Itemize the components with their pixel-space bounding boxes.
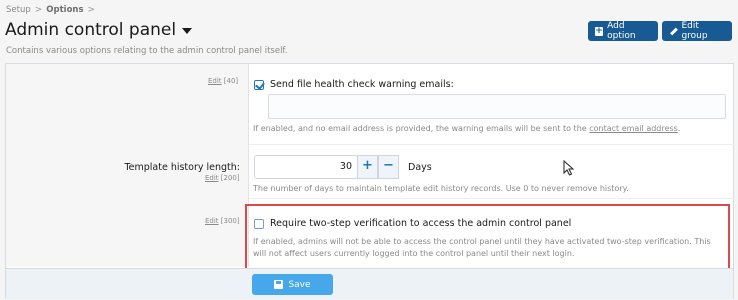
template-history-input[interactable]: 30: [254, 155, 358, 179]
save-label: Save: [288, 279, 311, 290]
template-history-label: Template history length:: [124, 162, 240, 173]
health-check-label[interactable]: Send file health check warning emails:: [270, 79, 454, 90]
breadcrumb-options[interactable]: Options: [46, 5, 83, 15]
template-history-hint: The number of days to maintain template …: [253, 184, 629, 193]
two-step-label[interactable]: Require two-step verification to access …: [270, 218, 571, 229]
health-check-email-input[interactable]: [268, 94, 726, 119]
save-button[interactable]: Save: [252, 274, 333, 295]
breadcrumb-separator: >: [87, 5, 96, 15]
pencil-icon: [669, 27, 677, 36]
display-order: [40]: [223, 77, 239, 85]
two-step-hint: If enabled, admins will not be able to a…: [253, 237, 711, 258]
form-footer: Save: [6, 268, 733, 299]
save-icon: [274, 280, 284, 289]
hint-suffix: .: [677, 124, 681, 133]
page-description: Contains various options relating to the…: [6, 46, 288, 56]
divider: [249, 198, 735, 199]
edit-link-row-3[interactable]: Edit [300]: [205, 217, 240, 225]
breadcrumb: Setup > Options >: [6, 5, 95, 15]
plus-square-icon: +: [595, 25, 604, 36]
add-option-label: Add option: [607, 21, 636, 41]
health-check-checkbox[interactable]: [254, 80, 264, 90]
edit-group-button[interactable]: Edit group: [662, 21, 732, 41]
contact-email-link[interactable]: contact email address: [589, 124, 678, 133]
edit-link-row-1[interactable]: Edit [40]: [208, 77, 238, 85]
page-title-text: Admin control panel: [5, 20, 177, 40]
mouse-cursor-icon: [563, 160, 575, 176]
page-title[interactable]: Admin control panel: [5, 20, 193, 40]
days-unit-label: Days: [408, 162, 432, 173]
increment-button[interactable]: +: [357, 155, 378, 179]
edit-link-text[interactable]: Edit: [205, 217, 219, 225]
options-panel: Edit [40] Send file health check warning…: [5, 63, 735, 299]
edit-group-label: Edit group: [681, 21, 708, 41]
breadcrumb-setup[interactable]: Setup: [6, 5, 31, 15]
edit-link-text[interactable]: Edit: [208, 77, 222, 85]
edit-link-text[interactable]: Edit: [205, 174, 219, 182]
breadcrumb-separator: >: [34, 5, 43, 15]
caret-down-icon[interactable]: [182, 28, 193, 34]
edit-link-row-2[interactable]: Edit [200]: [205, 174, 240, 182]
display-order: [200]: [220, 174, 240, 182]
hint-text: If enabled, and no email address is prov…: [253, 124, 587, 133]
display-order: [300]: [220, 217, 240, 225]
add-option-button[interactable]: + Add option: [588, 21, 658, 41]
divider: [249, 144, 735, 145]
decrement-button[interactable]: −: [378, 155, 399, 179]
two-step-checkbox[interactable]: [254, 219, 264, 229]
health-check-hint: If enabled, and no email address is prov…: [253, 124, 680, 133]
